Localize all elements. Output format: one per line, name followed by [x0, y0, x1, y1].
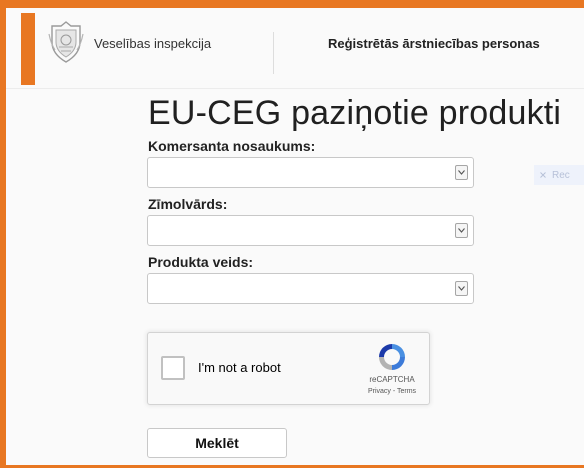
- brand-name-select[interactable]: [147, 215, 474, 246]
- recaptcha-brand: reCAPTCHA: [369, 375, 415, 384]
- product-type-label: Produkta veids:: [148, 254, 254, 270]
- product-type-select[interactable]: [147, 273, 474, 304]
- recaptcha-checkbox[interactable]: [161, 356, 185, 380]
- page-title: EU-CEG paziņotie produkti: [148, 94, 562, 132]
- side-action-button[interactable]: Rec: [534, 165, 584, 185]
- org-name: Veselības inspekcija: [94, 36, 212, 51]
- close-icon: [540, 172, 546, 178]
- recaptcha-links: Privacy - Terms: [362, 388, 422, 395]
- chevron-down-icon: [455, 165, 468, 180]
- search-button[interactable]: Meklēt: [147, 428, 287, 458]
- recaptcha-logo-icon: [379, 344, 405, 370]
- merchant-name-label: Komersanta nosaukums:: [148, 138, 316, 154]
- chevron-down-icon: [455, 223, 468, 238]
- nav-link-registered-medical-persons[interactable]: Reģistrētās ārstniecības personas: [328, 36, 540, 51]
- recaptcha-privacy-link[interactable]: Privacy: [368, 388, 391, 395]
- chevron-down-icon: [455, 281, 468, 296]
- side-action-label: Rec: [552, 169, 570, 181]
- header-accent-bar: [21, 13, 35, 85]
- merchant-name-select[interactable]: [147, 157, 474, 188]
- recaptcha-terms-link[interactable]: Terms: [397, 388, 416, 395]
- coat-of-arms-icon: [48, 21, 84, 63]
- recaptcha-widget: I'm not a robot reCAPTCHA Privacy - Term…: [147, 332, 430, 405]
- brand-name-label: Zīmolvārds:: [148, 196, 228, 212]
- header-divider: [273, 32, 274, 74]
- recaptcha-label: I'm not a robot: [198, 360, 281, 375]
